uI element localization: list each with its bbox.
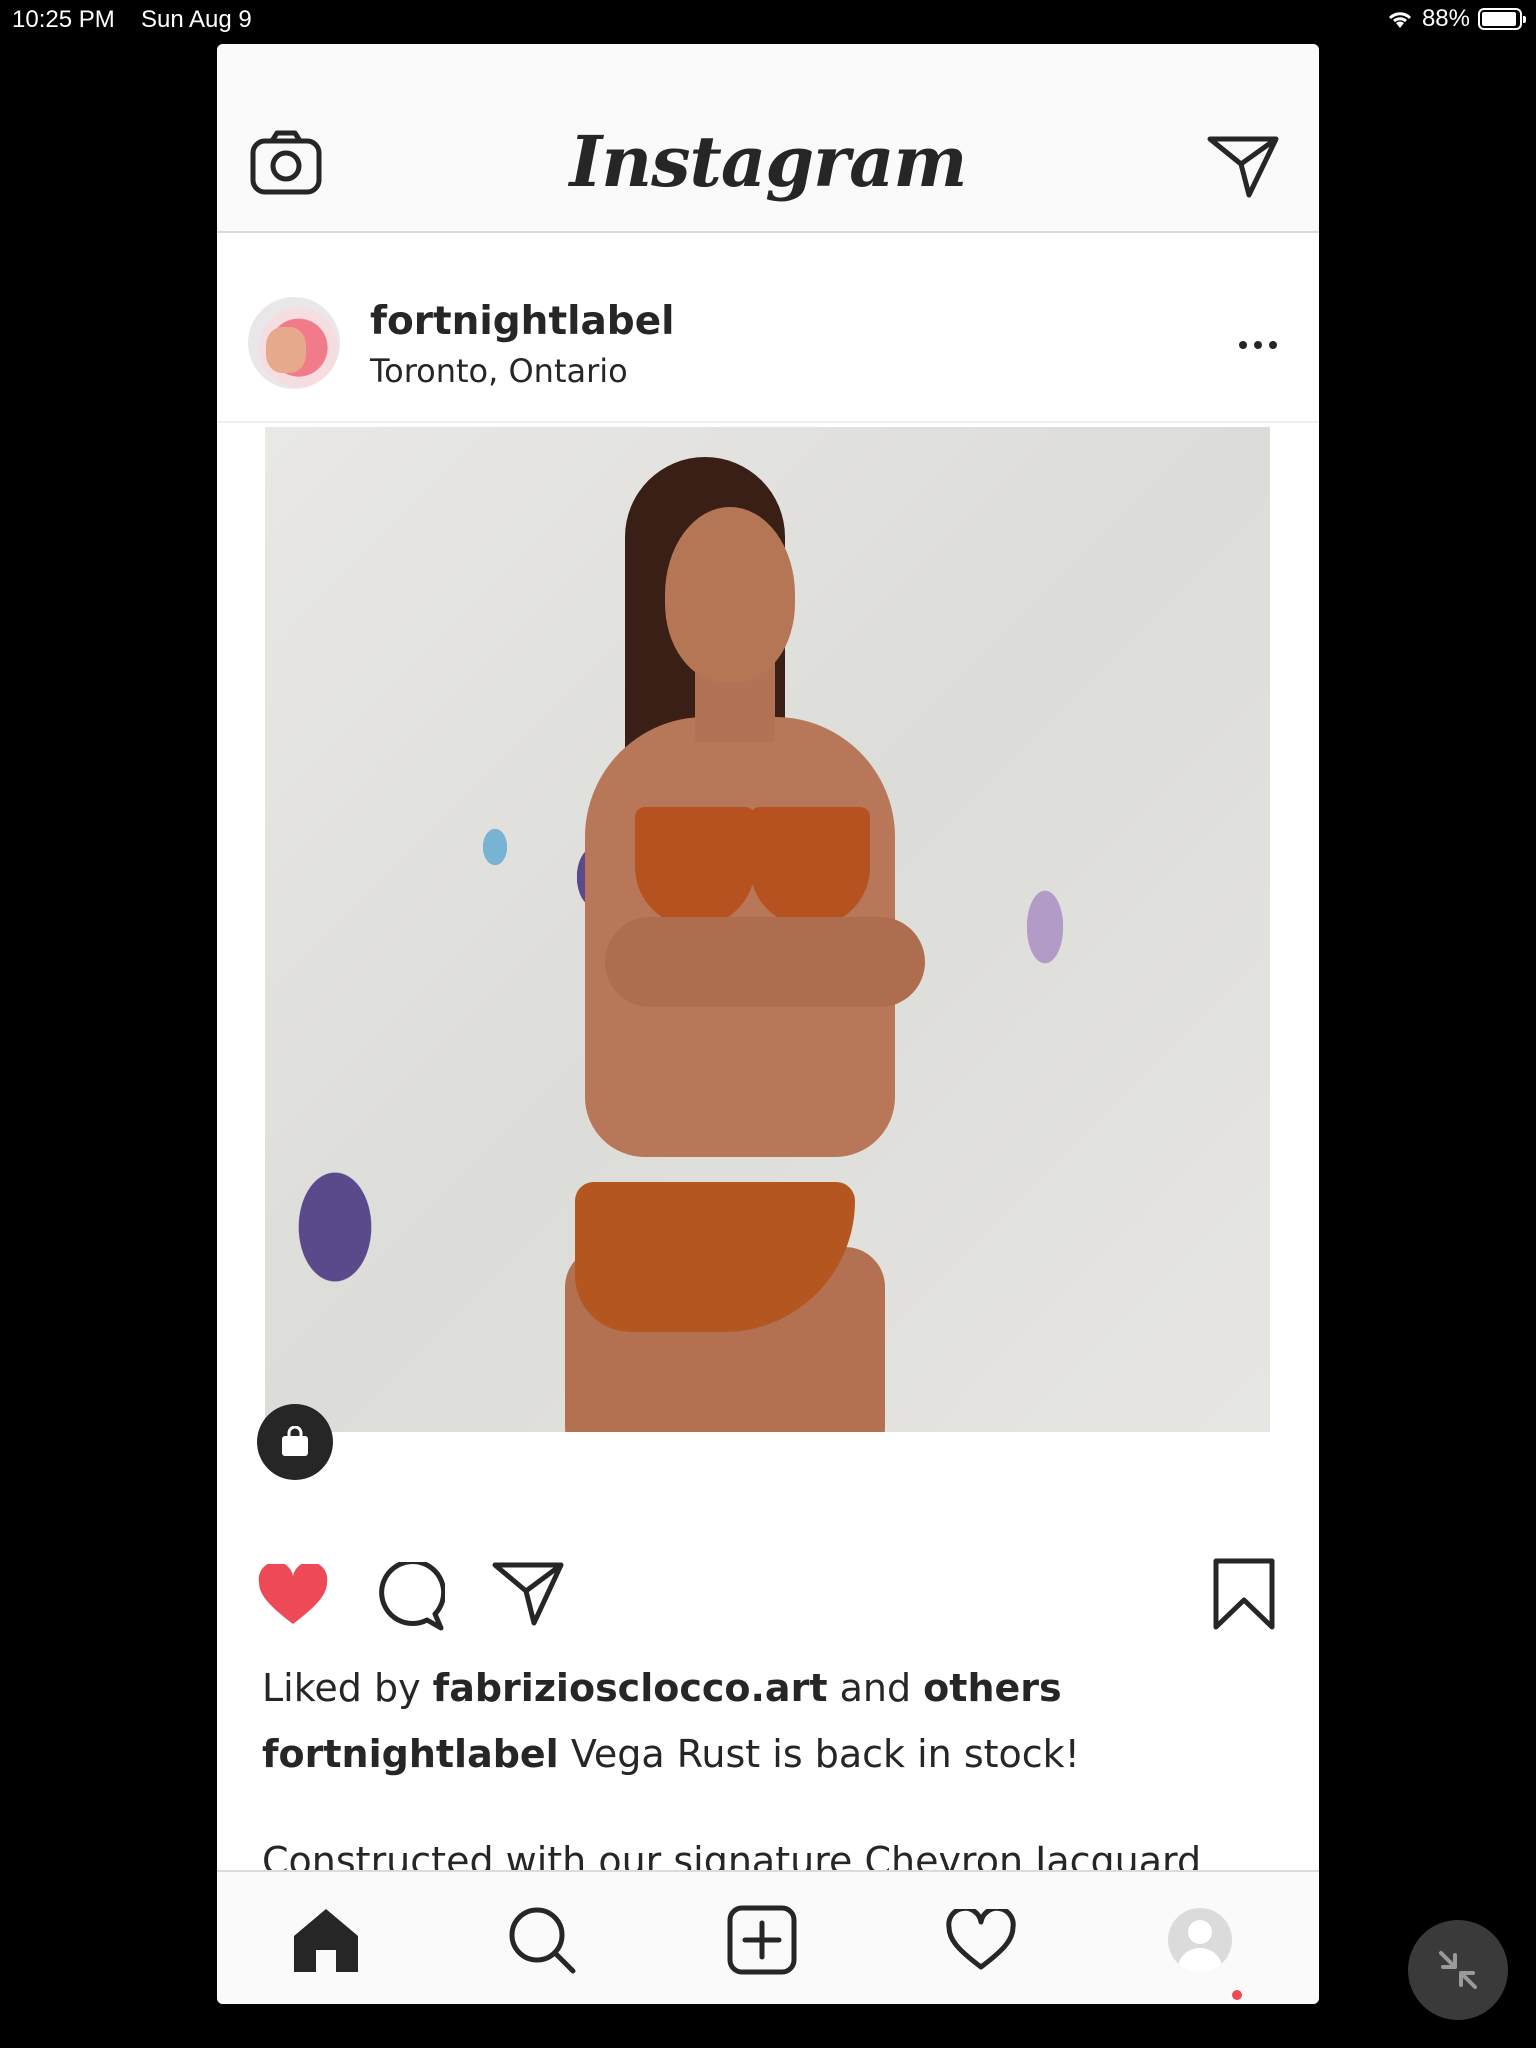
caption-username[interactable]: fortnightlabel: [262, 1732, 559, 1776]
heart-filled-icon[interactable]: [257, 1564, 329, 1626]
tab-activity[interactable]: [941, 1900, 1021, 1980]
status-right: 88%: [1386, 5, 1526, 33]
liked-by-user[interactable]: fabriziosclocco.art: [433, 1666, 828, 1710]
share-icon[interactable]: [492, 1562, 564, 1626]
caption-text: Vega Rust is back in stock!: [570, 1732, 1080, 1776]
search-icon: [509, 1907, 576, 1974]
status-bar: 10:25 PM Sun Aug 9 88%: [0, 0, 1536, 40]
home-icon: [294, 1909, 358, 1972]
likes-line: Liked by fabriziosclocco.art and others: [262, 1666, 1062, 1710]
post-username[interactable]: fortnightlabel: [370, 299, 675, 344]
notification-dot: [1232, 1990, 1242, 2000]
profile-icon: [1168, 1908, 1232, 1972]
post-location[interactable]: Toronto, Ontario: [370, 352, 628, 390]
liked-by-others[interactable]: others: [923, 1666, 1061, 1710]
liked-by-prefix: Liked by: [262, 1666, 421, 1710]
new-post-icon: [727, 1905, 797, 1975]
model-figure: [565, 447, 985, 1432]
battery-percent: 88%: [1421, 5, 1470, 32]
app-window: Instagram fortnightlabel Toronto, Ontari…: [217, 44, 1319, 2004]
liked-by-and: and: [839, 1666, 912, 1710]
bookmark-icon[interactable]: [1213, 1558, 1275, 1630]
comment-icon[interactable]: [375, 1562, 445, 1632]
app-header: Instagram: [217, 44, 1319, 233]
post-actions: [217, 1554, 1319, 1634]
post-header: fortnightlabel Toronto, Ontario: [217, 233, 1319, 423]
more-options-icon[interactable]: [1239, 341, 1277, 349]
tab-home[interactable]: [286, 1900, 366, 1980]
caption-line: fortnightlabel Vega Rust is back in stoc…: [262, 1732, 1080, 1776]
avatar[interactable]: [248, 297, 340, 389]
tab-profile[interactable]: [1160, 1900, 1240, 1980]
status-date: Sun Aug 9: [141, 6, 252, 33]
shopping-bag-icon[interactable]: [257, 1404, 333, 1480]
tab-search[interactable]: [502, 1900, 582, 1980]
battery-icon: [1478, 8, 1526, 30]
instagram-logo: Instagram: [569, 120, 968, 203]
bottom-tab-bar: [217, 1870, 1319, 2004]
minimize-icon[interactable]: [1408, 1920, 1508, 2020]
tab-new-post[interactable]: [722, 1900, 802, 1980]
heart-icon: [946, 1909, 1016, 1970]
wifi-icon: [1388, 12, 1412, 28]
paper-plane-icon[interactable]: [1207, 136, 1279, 198]
status-time: 10:25 PM: [12, 6, 115, 33]
post-image[interactable]: [265, 427, 1270, 1432]
